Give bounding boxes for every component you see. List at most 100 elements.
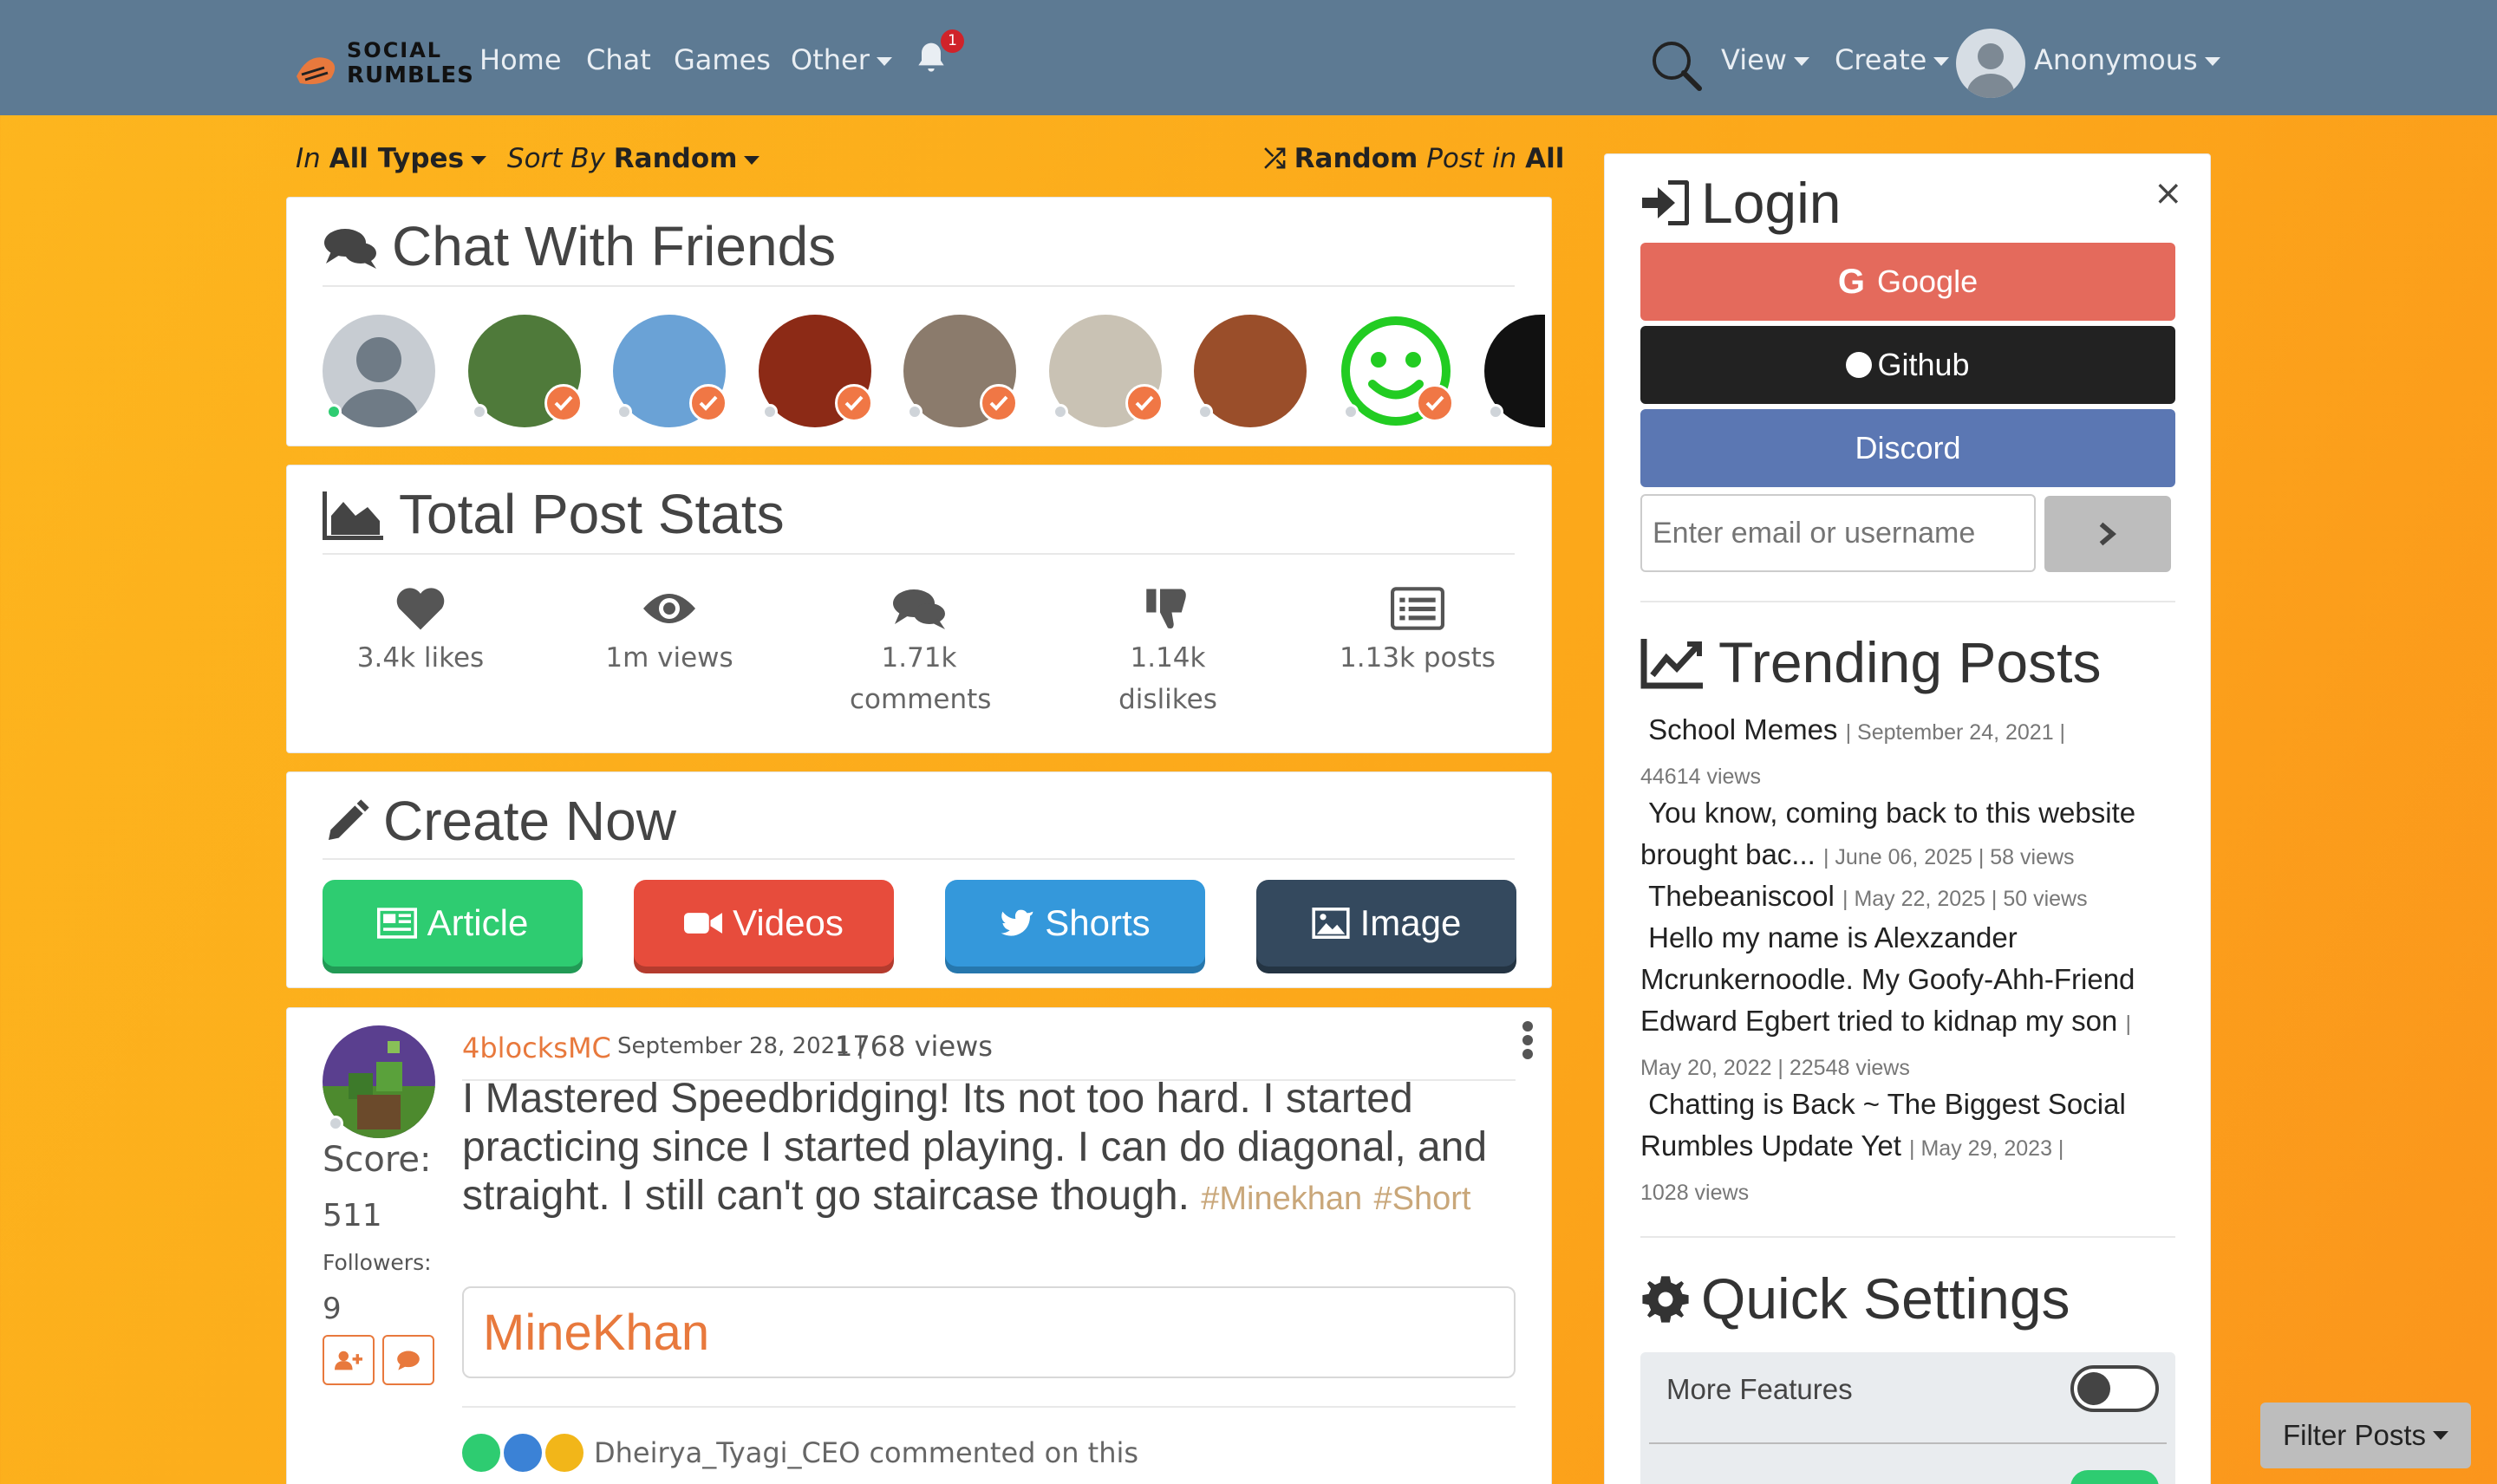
google-label: Google [1877, 264, 1979, 299]
trending-post-4-views: May 20, 2022 | 22548 views [1640, 1056, 1910, 1080]
offline-status-dot [1342, 404, 1359, 420]
trending-post-2-meta: | June 06, 2025 | 58 views [1822, 845, 2075, 869]
more-options-icon[interactable] [1517, 1019, 1538, 1061]
google-login-button[interactable]: G Google [1640, 243, 2175, 321]
nav-view-dropdown[interactable]: View [1721, 43, 1809, 76]
offline-status-dot [1488, 404, 1503, 420]
random-post-link[interactable]: ⤮ Random Post in All [1264, 143, 1564, 175]
type-sort-filter[interactable]: In All Types Sort By Random [296, 143, 760, 174]
stat-likes-value: 3.4k likes [356, 642, 485, 674]
comments-icon [893, 589, 945, 629]
create-image-label: Image [1359, 902, 1462, 943]
trending-post-4[interactable]: Hello my name is Alexzander Mcrunkernood… [1640, 917, 2178, 1089]
close-icon[interactable]: × [2154, 173, 2183, 213]
stat-views: 1m views [578, 585, 760, 679]
nav-create-dropdown[interactable]: Create [1835, 43, 1950, 76]
nav-create-label: Create [1835, 43, 1927, 76]
nav-user-dropdown[interactable]: Anonymous [2034, 43, 2220, 76]
hashtag-short[interactable]: #Short [1374, 1181, 1471, 1217]
search-icon[interactable] [1649, 38, 1703, 92]
nav-home[interactable]: Home [479, 43, 562, 76]
pencil-icon [329, 799, 369, 840]
comment-activity-text: Dheirya_Tyagi_CEO commented on this [594, 1436, 1139, 1469]
trending-post-2[interactable]: You know, coming back to this website br… [1640, 792, 2178, 878]
nav-games[interactable]: Games [674, 43, 771, 76]
more-features-toggle[interactable] [2070, 1365, 2159, 1412]
stat-comments-value: 1.71k comments [850, 642, 992, 715]
offline-status-dot [616, 404, 632, 420]
chevron-down-icon [1793, 57, 1809, 66]
site-logo[interactable]: SOCIAL RUMBLES [293, 33, 473, 94]
thumbs-up-icon [504, 1434, 542, 1472]
image-icon [1312, 908, 1350, 939]
post-date: September 28, 2021 | [617, 1033, 864, 1059]
more-features-label: More Features [1666, 1373, 1853, 1405]
trending-post-1[interactable]: School Memes | September 24, 2021 | 44614… [1640, 709, 2178, 797]
chevron-down-icon [1933, 57, 1950, 66]
embedded-game-title: MineKhan [483, 1305, 710, 1361]
area-chart-icon [323, 491, 383, 540]
follow-user-button[interactable] [323, 1335, 375, 1385]
chevron-down-icon [2433, 1431, 2449, 1440]
create-image-button[interactable]: Image [1256, 880, 1516, 967]
verified-badge-icon [1125, 384, 1164, 422]
create-article-label: Article [427, 902, 529, 943]
type-select[interactable]: All Types [329, 143, 464, 174]
stat-dislikes-value: 1.14k dislikes [1118, 642, 1217, 715]
sort-select[interactable]: Random [614, 143, 738, 174]
score-label: Score: [323, 1140, 432, 1180]
email-username-input[interactable] [1640, 494, 2036, 572]
stat-posts: 1.13k posts [1327, 585, 1509, 679]
embedded-game-link[interactable]: MineKhan [462, 1286, 1516, 1378]
post-author-name[interactable]: 4blocksMC [462, 1032, 611, 1064]
create-shorts-label: Shorts [1045, 902, 1151, 943]
stat-dislikes: 1.14k dislikes [1077, 585, 1259, 720]
top-navbar: SOCIAL RUMBLES Home Chat Games Other 1 V… [0, 0, 2497, 115]
stat-posts-value: 1.13k posts [1340, 642, 1496, 674]
trending-post-5[interactable]: Chatting is Back ~ The Biggest Social Ru… [1640, 1084, 2178, 1214]
nav-other-label: Other [791, 43, 870, 76]
discord-login-button[interactable]: Discord [1640, 409, 2175, 487]
login-submit-button[interactable] [2044, 496, 2171, 572]
nav-other-dropdown[interactable]: Other [791, 43, 892, 76]
google-icon: G [1837, 262, 1866, 301]
stats-title: Total Post Stats [399, 483, 785, 545]
trending-post-4-title: Hello my name is Alexzander Mcrunkernood… [1640, 921, 2135, 1037]
logo-text-top: SOCIAL [347, 38, 443, 62]
verified-badge-icon [834, 384, 873, 422]
comment-activity[interactable]: Dheirya_Tyagi_CEO commented on this [462, 1434, 1138, 1472]
filter-posts-button[interactable]: Filter Posts [2260, 1403, 2471, 1468]
divider [462, 1406, 1516, 1408]
chevron-right-icon [2099, 522, 2116, 546]
second-toggle-switch[interactable] [2070, 1470, 2159, 1484]
divider [323, 858, 1515, 860]
trending-post-5-views: 1028 views [1640, 1181, 1750, 1205]
chat-title: Chat With Friends [392, 215, 837, 277]
in-label: In [296, 143, 321, 174]
post-views: 1768 views [835, 1030, 993, 1063]
offline-status-dot [1052, 404, 1068, 420]
trending-post-3-title: Thebeaniscool [1648, 880, 1835, 912]
filter-posts-label: Filter Posts [2282, 1419, 2427, 1451]
create-videos-label: Videos [733, 902, 844, 943]
github-login-button[interactable]: Github [1640, 326, 2175, 404]
nav-chat[interactable]: Chat [586, 43, 651, 76]
score-value: 511 [323, 1198, 382, 1233]
user-avatar[interactable] [1956, 29, 2025, 98]
post-date-text: September 28, 2021 [617, 1033, 850, 1059]
trending-post-3-meta: | May 22, 2025 | 50 views [1842, 887, 2088, 911]
create-article-button[interactable]: Article [323, 880, 583, 967]
hashtag-minekhan[interactable]: #Minekhan [1201, 1181, 1362, 1217]
create-shorts-button[interactable]: Shorts [945, 880, 1205, 967]
create-videos-button[interactable]: Videos [634, 880, 894, 967]
trending-post-1-title: School Memes [1648, 713, 1838, 745]
gear-icon [1642, 1276, 1689, 1323]
trending-post-5-meta: | May 29, 2023 | [1909, 1136, 2064, 1161]
divider [323, 285, 1515, 287]
chevron-down-icon [876, 57, 892, 66]
notification-badge: 1 [941, 29, 964, 53]
thumbs-down-icon [1146, 589, 1186, 629]
message-user-button[interactable] [382, 1335, 434, 1385]
eye-icon [643, 594, 695, 623]
trending-post-3[interactable]: Thebeaniscool | May 22, 2025 | 50 views [1640, 875, 2178, 920]
